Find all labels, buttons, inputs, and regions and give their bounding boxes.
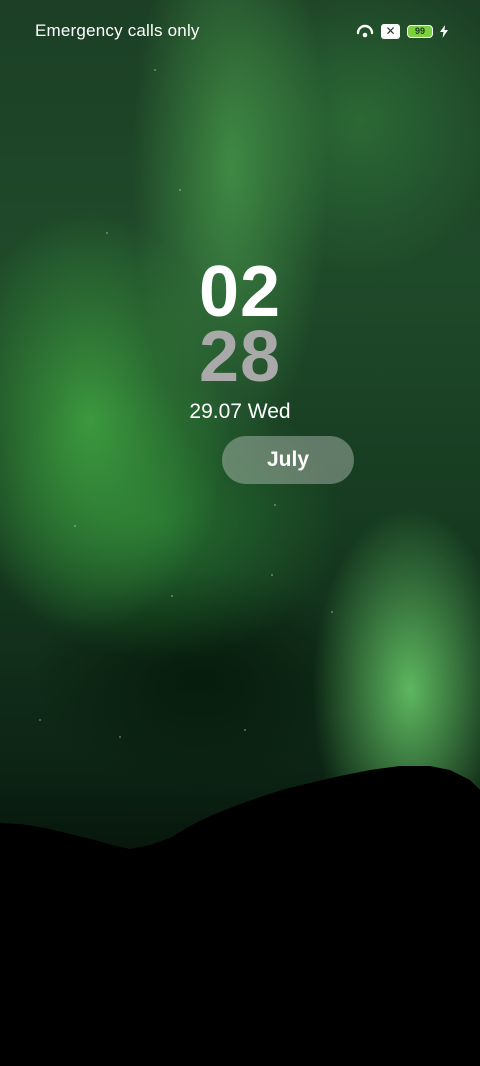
hotspot-icon xyxy=(356,24,374,38)
date-text: 29.07 Wed xyxy=(189,400,291,423)
carrier-status-text: Emergency calls only xyxy=(35,21,200,40)
battery-level-text: 99 xyxy=(414,25,425,36)
clock-minutes: 28 xyxy=(198,317,282,397)
lock-screen: Emergency calls only ✕ 99 02 28 29.07 We… xyxy=(0,0,480,1066)
battery-icon: 99 xyxy=(407,24,433,38)
x-icon: ✕ xyxy=(381,23,400,39)
mountain-silhouette xyxy=(0,766,480,1066)
charging-bolt-icon xyxy=(440,24,448,38)
month-label: July xyxy=(266,448,310,471)
status-icons: ✕ 99 xyxy=(356,22,448,40)
month-widget-button[interactable]: July xyxy=(222,436,354,484)
status-bar: Emergency calls only ✕ 99 xyxy=(0,0,480,62)
